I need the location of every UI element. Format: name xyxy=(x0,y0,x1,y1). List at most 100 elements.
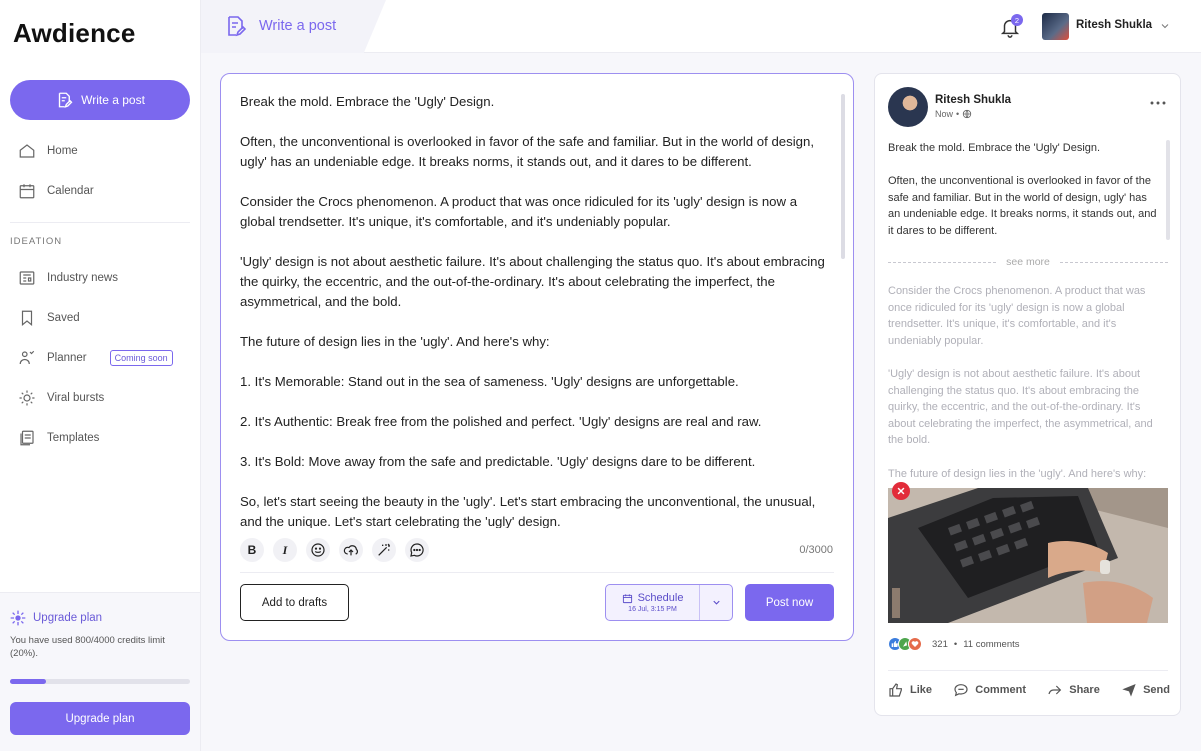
upgrade-title-label: Upgrade plan xyxy=(33,612,103,624)
sidebar-divider xyxy=(10,222,190,223)
editor-paragraph: 1. It's Memorable: Stand out in the sea … xyxy=(240,374,739,389)
chat-bubble-icon xyxy=(410,543,424,557)
comments-count[interactable]: 11 comments xyxy=(963,639,1019,650)
nav-home-label: Home xyxy=(47,145,78,157)
see-more-label: see more xyxy=(1006,256,1050,268)
home-icon xyxy=(19,144,35,158)
credits-progress-fill xyxy=(10,679,46,684)
meta-dot: • xyxy=(956,109,960,119)
schedule-button-group: Schedule 16 Jul, 3:15 PM xyxy=(605,584,733,621)
write-post-tab[interactable]: Write a post xyxy=(201,0,386,53)
schedule-date: 16 Jul, 3:15 PM xyxy=(628,606,677,613)
schedule-button[interactable]: Schedule 16 Jul, 3:15 PM xyxy=(606,585,700,620)
upgrade-plan-button[interactable]: Upgrade plan xyxy=(10,702,190,735)
nav-industry-news[interactable]: Industry news xyxy=(18,267,118,289)
nav-templates[interactable]: Templates xyxy=(18,427,99,449)
schedule-label: Schedule xyxy=(637,592,684,604)
send-button[interactable]: Send xyxy=(1121,682,1170,698)
like-button[interactable]: Like xyxy=(888,682,932,698)
upload-button[interactable] xyxy=(339,538,363,562)
avatar[interactable] xyxy=(1042,13,1069,40)
share-label: Share xyxy=(1069,684,1100,696)
preview-hidden-text: Consider the Crocs phenomenon. A product… xyxy=(888,283,1163,483)
comment-button[interactable] xyxy=(405,538,429,562)
reaction-separator: • xyxy=(953,638,958,650)
share-arrow-icon xyxy=(1048,685,1062,695)
nav-calendar[interactable]: Calendar xyxy=(18,180,94,202)
notification-count-badge: 2 xyxy=(1011,14,1023,26)
comment-label: Comment xyxy=(975,684,1026,696)
remove-image-button[interactable] xyxy=(892,482,910,500)
editor-scrollbar[interactable] xyxy=(841,94,845,259)
nav-calendar-label: Calendar xyxy=(47,185,94,197)
schedule-label-row: Schedule xyxy=(622,592,684,604)
italic-button[interactable]: I xyxy=(273,538,297,562)
editor-divider xyxy=(240,572,834,573)
more-options-icon[interactable] xyxy=(1150,100,1166,106)
write-post-button[interactable]: Write a post xyxy=(10,80,190,120)
avatar xyxy=(888,87,928,127)
nav-planner[interactable]: Planner Coming soon xyxy=(18,347,173,369)
edit-document-icon xyxy=(58,92,73,108)
chevron-down-icon[interactable] xyxy=(1159,20,1171,32)
top-bar: Write a post 2 Ritesh Shukla xyxy=(201,0,1201,53)
preview-paragraph: Often, the unconventional is overlooked … xyxy=(888,175,1157,237)
sparkle-icon xyxy=(10,610,26,626)
write-post-tab-label: Write a post xyxy=(259,18,337,34)
reactions-row[interactable]: 321 • 11 comments xyxy=(888,637,1020,651)
bold-icon: B xyxy=(247,543,257,557)
nav-saved[interactable]: Saved xyxy=(18,307,80,329)
preview-hidden-paragraph: The future of design lies in the 'ugly'.… xyxy=(888,467,1147,480)
user-name[interactable]: Ritesh Shukla xyxy=(1076,19,1152,31)
character-count: 0/3000 xyxy=(799,544,833,556)
write-post-tab-content: Write a post xyxy=(223,14,336,38)
editor-paragraph: The future of design lies in the 'ugly'.… xyxy=(240,334,550,349)
app-logo[interactable]: Awdience xyxy=(13,18,136,49)
see-more-link[interactable]: see more xyxy=(888,254,1168,270)
preview-scrollbar[interactable] xyxy=(1166,140,1170,240)
emoji-button[interactable] xyxy=(306,538,330,562)
schedule-dropdown-button[interactable] xyxy=(700,585,732,620)
preview-paragraph: Break the mold. Embrace the 'Ugly' Desig… xyxy=(888,142,1101,154)
preview-time: Now xyxy=(935,109,954,119)
post-text-area[interactable]: Break the mold. Embrace the 'Ugly' Desig… xyxy=(240,92,832,528)
editor-paragraph: 2. It's Authentic: Break free from the p… xyxy=(240,414,762,429)
see-more-divider-left xyxy=(888,261,997,263)
nav-home[interactable]: Home xyxy=(18,140,78,162)
ai-magic-button[interactable] xyxy=(372,538,396,562)
preview-text: Break the mold. Embrace the 'Ugly' Desig… xyxy=(888,140,1160,256)
bold-button[interactable]: B xyxy=(240,538,264,562)
post-preview: Ritesh Shukla Now • Break the mold. Embr… xyxy=(874,73,1181,716)
write-post-label: Write a post xyxy=(81,93,145,107)
credits-usage-text: You have used 800/4000 credits limit (20… xyxy=(10,635,165,659)
like-label: Like xyxy=(910,684,933,696)
comment-action-button[interactable]: Comment xyxy=(953,682,1026,698)
italic-icon: I xyxy=(282,542,288,557)
thumbs-up-icon xyxy=(889,683,902,697)
preview-hidden-paragraph: 'Ugly' design is not about aesthetic fai… xyxy=(888,367,1153,447)
share-button[interactable]: Share xyxy=(1047,682,1100,698)
templates-icon xyxy=(20,430,34,446)
editor-paragraph: Often, the unconventional is overlooked … xyxy=(240,134,814,169)
calendar-icon xyxy=(622,593,632,603)
preview-author-name: Ritesh Shukla xyxy=(935,94,1012,106)
editor-paragraph: So, let's start seeing the beauty in the… xyxy=(240,494,816,528)
add-to-drafts-button[interactable]: Add to drafts xyxy=(240,584,349,621)
post-image xyxy=(888,488,1168,623)
chevron-down-icon xyxy=(712,600,720,605)
news-icon xyxy=(19,271,35,285)
nav-industry-news-label: Industry news xyxy=(47,272,118,284)
credits-progress-bar xyxy=(10,679,190,684)
ideation-section-label: IDEATION xyxy=(10,236,63,247)
upgrade-panel: Upgrade plan You have used 800/4000 cred… xyxy=(0,592,200,751)
love-reaction-icon xyxy=(908,637,922,651)
bookmark-icon xyxy=(21,310,33,327)
coming-soon-badge: Coming soon xyxy=(109,350,173,366)
nav-viral-bursts[interactable]: Viral bursts xyxy=(18,387,104,409)
editor-paragraph: 'Ugly' design is not about aesthetic fai… xyxy=(240,254,825,309)
reaction-count: 321 xyxy=(932,638,948,650)
post-now-button[interactable]: Post now xyxy=(745,584,834,621)
magic-wand-icon xyxy=(378,543,390,556)
close-icon xyxy=(897,487,905,495)
calendar-icon xyxy=(19,184,35,199)
